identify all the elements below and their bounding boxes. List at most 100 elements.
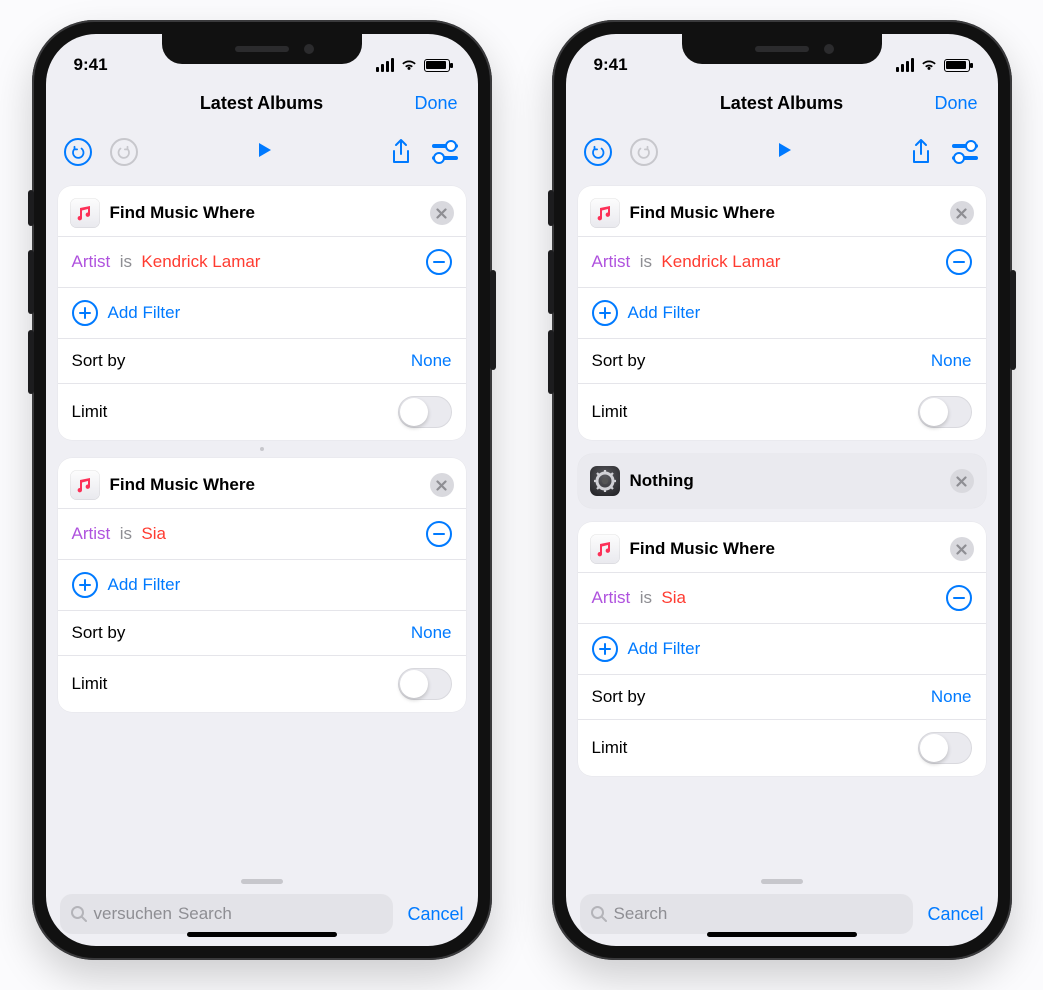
- settings-button[interactable]: [430, 140, 460, 164]
- cancel-button[interactable]: Cancel: [927, 904, 983, 925]
- done-button[interactable]: Done: [934, 93, 977, 114]
- actions-list: Find Music Where Artist is Kendrick Lama…: [566, 176, 998, 868]
- screen: 9:41 Latest Albums Done: [46, 34, 478, 946]
- settings-button[interactable]: [950, 140, 980, 164]
- volume-up-button: [548, 250, 554, 314]
- music-app-icon: [70, 198, 100, 228]
- undo-button[interactable]: [584, 138, 612, 166]
- run-button[interactable]: [774, 140, 794, 165]
- side-button: [1010, 270, 1016, 370]
- home-indicator[interactable]: [707, 932, 857, 937]
- toolbar: [46, 128, 478, 176]
- search-placeholder: Search: [178, 904, 232, 924]
- sort-by-row[interactable]: Sort by None: [58, 611, 466, 656]
- home-indicator[interactable]: [187, 932, 337, 937]
- volume-up-button: [28, 250, 34, 314]
- limit-row: Limit: [578, 384, 986, 440]
- limit-row: Limit: [578, 720, 986, 776]
- limit-toggle[interactable]: [398, 396, 452, 428]
- sort-by-value: None: [411, 351, 452, 371]
- phone-right: 9:41 Latest Albums Done: [552, 20, 1012, 960]
- delete-action-button[interactable]: [430, 473, 454, 497]
- limit-row: Limit: [58, 656, 466, 712]
- nav-bar: Latest Albums Done: [566, 80, 998, 128]
- filter-row[interactable]: Artist is Kendrick Lamar: [58, 237, 466, 288]
- remove-filter-button[interactable]: [946, 249, 972, 275]
- delete-action-button[interactable]: [950, 469, 974, 493]
- phone-left: 9:41 Latest Albums Done: [32, 20, 492, 960]
- share-button[interactable]: [390, 138, 412, 166]
- add-filter-row[interactable]: Add Filter: [58, 288, 466, 339]
- nav-bar: Latest Albums Done: [46, 80, 478, 128]
- search-input[interactable]: versuchen Search: [60, 894, 394, 934]
- notch: [162, 34, 362, 64]
- search-icon: [590, 905, 608, 923]
- actions-list: Find Music Where Artist is Kendrick Lama…: [46, 176, 478, 868]
- drag-indicator[interactable]: [241, 879, 283, 884]
- remove-filter-button[interactable]: [426, 521, 452, 547]
- music-app-icon: [590, 534, 620, 564]
- add-filter-row[interactable]: Add Filter: [578, 288, 986, 339]
- drag-indicator[interactable]: [761, 879, 803, 884]
- action-find-music-1[interactable]: Find Music Where Artist is Kendrick Lama…: [578, 186, 986, 440]
- cellular-signal-icon: [376, 58, 394, 72]
- filter-row[interactable]: Artist is Sia: [578, 573, 986, 624]
- gear-icon: [590, 466, 620, 496]
- add-filter-row[interactable]: Add Filter: [58, 560, 466, 611]
- limit-label: Limit: [72, 402, 388, 422]
- notch: [682, 34, 882, 64]
- limit-row: Limit: [58, 384, 466, 440]
- search-icon: [70, 905, 88, 923]
- screen: 9:41 Latest Albums Done: [566, 34, 998, 946]
- search-input[interactable]: Search: [580, 894, 914, 934]
- action-find-music-2[interactable]: Find Music Where Artist is Sia Add Fi: [58, 458, 466, 712]
- connector: [260, 447, 264, 451]
- mute-switch: [548, 190, 554, 226]
- cancel-button[interactable]: Cancel: [407, 904, 463, 925]
- delete-action-button[interactable]: [950, 537, 974, 561]
- music-app-icon: [70, 470, 100, 500]
- filter-op: is: [120, 252, 132, 271]
- add-filter-label: Add Filter: [108, 303, 181, 323]
- redo-button[interactable]: [630, 138, 658, 166]
- sort-by-row[interactable]: Sort by None: [578, 675, 986, 720]
- delete-action-button[interactable]: [950, 201, 974, 225]
- sort-by-row[interactable]: Sort by None: [58, 339, 466, 384]
- limit-toggle[interactable]: [918, 732, 972, 764]
- add-filter-row[interactable]: Add Filter: [578, 624, 986, 675]
- music-app-icon: [590, 198, 620, 228]
- run-button[interactable]: [254, 140, 274, 165]
- plus-icon: [72, 572, 98, 598]
- delete-action-button[interactable]: [430, 201, 454, 225]
- share-button[interactable]: [910, 138, 932, 166]
- done-button[interactable]: Done: [414, 93, 457, 114]
- sort-by-row[interactable]: Sort by None: [578, 339, 986, 384]
- battery-icon: [944, 59, 970, 72]
- page-title: Latest Albums: [200, 93, 323, 114]
- action-title: Find Music Where: [110, 203, 420, 223]
- side-button: [490, 270, 496, 370]
- remove-filter-button[interactable]: [946, 585, 972, 611]
- toolbar: [566, 128, 998, 176]
- action-title: Find Music Where: [110, 475, 420, 495]
- filter-row[interactable]: Artist is Sia: [58, 509, 466, 560]
- redo-button[interactable]: [110, 138, 138, 166]
- sort-by-label: Sort by: [72, 351, 401, 371]
- mute-switch: [28, 190, 34, 226]
- filter-key: Artist: [72, 252, 111, 271]
- wifi-icon: [400, 58, 418, 72]
- volume-down-button: [548, 330, 554, 394]
- status-time: 9:41: [74, 55, 108, 75]
- filter-row[interactable]: Artist is Kendrick Lamar: [578, 237, 986, 288]
- action-title: Nothing: [630, 471, 940, 491]
- action-nothing[interactable]: Nothing: [578, 454, 986, 508]
- search-placeholder: Search: [614, 904, 668, 924]
- remove-filter-button[interactable]: [426, 249, 452, 275]
- action-find-music-2[interactable]: Find Music Where Artist is Sia Add Fi: [578, 522, 986, 776]
- limit-toggle[interactable]: [918, 396, 972, 428]
- undo-button[interactable]: [64, 138, 92, 166]
- limit-toggle[interactable]: [398, 668, 452, 700]
- action-find-music-1[interactable]: Find Music Where Artist is Kendrick Lama…: [58, 186, 466, 440]
- cellular-signal-icon: [896, 58, 914, 72]
- status-time: 9:41: [594, 55, 628, 75]
